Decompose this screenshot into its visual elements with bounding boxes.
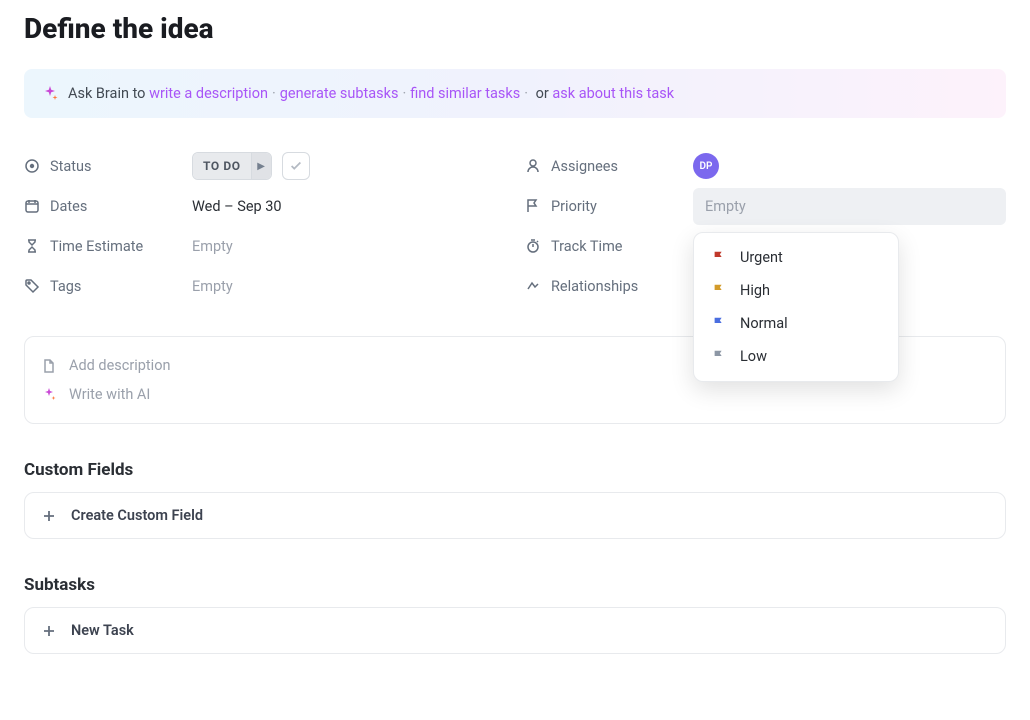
priority-dropdown: Urgent High Normal Low [693, 232, 899, 382]
priority-option-low[interactable]: Low [694, 340, 898, 373]
ai-banner-lead: Ask Brain to [68, 85, 145, 102]
status-value: TO DO [193, 153, 251, 179]
sparkle-icon [42, 86, 58, 102]
ai-link-generate-subtasks[interactable]: generate subtasks [280, 85, 399, 102]
plus-icon [41, 508, 57, 524]
priority-option-label: Normal [740, 315, 788, 332]
new-task-label: New Task [71, 622, 134, 639]
assignees-label: Assignees [551, 158, 618, 175]
sparkle-icon [41, 387, 57, 403]
field-dates: Dates Wed – Sep 30 [24, 186, 505, 226]
subtasks-heading: Subtasks [24, 575, 1006, 595]
dates-value[interactable]: Wed – Sep 30 [192, 198, 505, 215]
priority-option-high[interactable]: High [694, 274, 898, 307]
flag-icon [712, 283, 726, 297]
field-assignees: Assignees DP [525, 146, 1006, 186]
field-time-estimate: Time Estimate Empty [24, 226, 505, 266]
document-icon [41, 358, 57, 374]
status-icon [24, 158, 40, 174]
field-priority: Priority Empty UrgentHighNormalLow [525, 186, 1006, 226]
separator-dot: · [524, 85, 528, 102]
priority-option-label: High [740, 282, 770, 299]
person-icon [525, 158, 541, 174]
relationships-icon [525, 278, 541, 294]
ai-link-find-similar[interactable]: find similar tasks [410, 85, 520, 102]
field-tags: Tags Empty [24, 266, 505, 306]
priority-option-label: Low [740, 348, 767, 365]
create-custom-field-label: Create Custom Field [71, 507, 203, 524]
custom-fields-heading: Custom Fields [24, 460, 1006, 480]
ai-banner: Ask Brain to write a description·generat… [24, 69, 1006, 118]
write-with-ai-row[interactable]: Write with AI [41, 380, 989, 409]
ai-link-ask-about[interactable]: ask about this task [552, 85, 674, 102]
priority-option-urgent[interactable]: Urgent [694, 241, 898, 274]
time-estimate-value[interactable]: Empty [192, 238, 505, 255]
priority-placeholder: Empty [705, 198, 746, 215]
assignee-avatar[interactable]: DP [693, 153, 719, 179]
stopwatch-icon [525, 238, 541, 254]
flag-icon [712, 349, 726, 363]
status-caret-icon[interactable]: ▶ [251, 153, 271, 179]
priority-option-normal[interactable]: Normal [694, 307, 898, 340]
ai-link-write-description[interactable]: write a description [149, 85, 268, 102]
flag-icon [712, 316, 726, 330]
separator-dot: · [272, 85, 276, 102]
plus-icon [41, 623, 57, 639]
create-custom-field-button[interactable]: Create Custom Field [24, 492, 1006, 539]
status-label: Status [50, 158, 91, 175]
tag-icon [24, 278, 40, 294]
time-estimate-label: Time Estimate [50, 238, 143, 255]
track-time-label: Track Time [551, 238, 622, 255]
ai-banner-text: Ask Brain to write a description·generat… [68, 85, 674, 102]
priority-label: Priority [551, 198, 597, 215]
calendar-icon [24, 198, 40, 214]
tags-label: Tags [50, 278, 81, 295]
ai-banner-or: or [536, 85, 549, 102]
priority-option-label: Urgent [740, 249, 783, 266]
tags-value[interactable]: Empty [192, 278, 505, 295]
priority-input[interactable]: Empty UrgentHighNormalLow [693, 188, 1006, 225]
fields-grid: Status TO DO ▶ Dates Wed – Sep 30 [24, 146, 1006, 306]
field-status: Status TO DO ▶ [24, 146, 505, 186]
status-chip[interactable]: TO DO ▶ [192, 152, 272, 180]
flag-icon [525, 198, 541, 214]
hourglass-icon [24, 238, 40, 254]
write-with-ai-label: Write with AI [69, 386, 150, 403]
dates-label: Dates [50, 198, 87, 215]
relationships-label: Relationships [551, 278, 638, 295]
separator-dot: · [402, 85, 406, 102]
page-title: Define the idea [24, 12, 1006, 45]
complete-button[interactable] [282, 152, 310, 180]
new-task-button[interactable]: New Task [24, 607, 1006, 654]
flag-icon [712, 250, 726, 264]
add-description-label: Add description [69, 357, 170, 374]
